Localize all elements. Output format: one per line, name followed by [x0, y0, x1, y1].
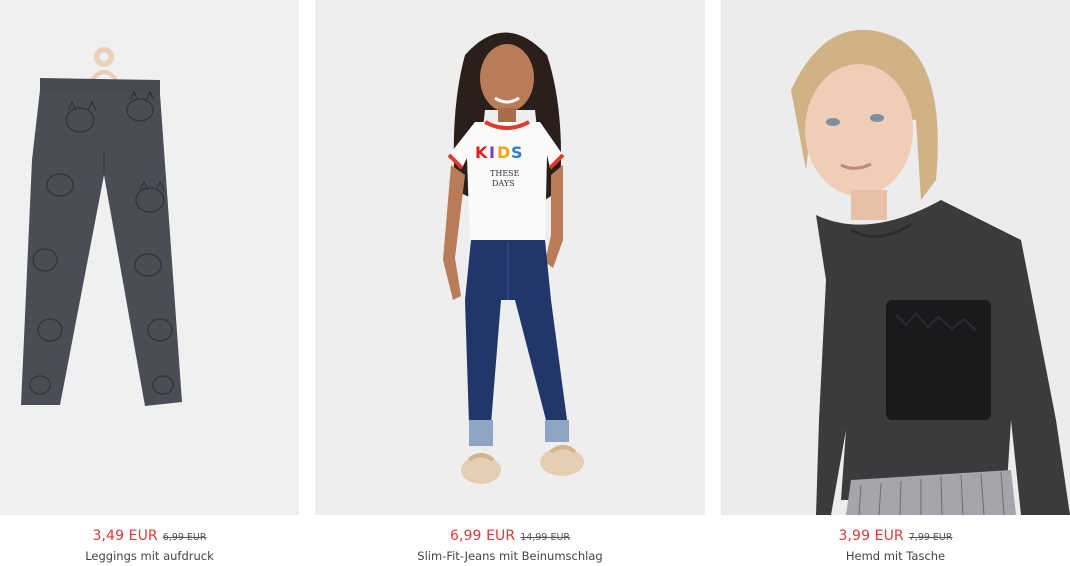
- product-name[interactable]: Slim-Fit-Jeans mit Beinumschlag: [315, 548, 705, 564]
- original-price: 7,99 EUR: [908, 532, 953, 543]
- product-card-shirt: 3,99 EUR 7,99 EUR Hemd mit Tasche: [721, 0, 1070, 566]
- product-image-jeans[interactable]: K I D S THESE DAYS: [315, 0, 705, 515]
- svg-text:THESE: THESE: [490, 169, 520, 178]
- price-row: 3,49 EUR 6,99 EUR: [0, 526, 299, 547]
- svg-text:D: D: [497, 143, 510, 162]
- svg-text:DAYS: DAYS: [492, 179, 515, 188]
- svg-text:I: I: [489, 143, 495, 162]
- product-grid: 3,49 EUR 6,99 EUR Leggings mit aufdruck K: [0, 0, 1070, 566]
- sale-price: 6,99 EUR: [449, 528, 516, 544]
- price-row: 3,99 EUR 7,99 EUR: [721, 526, 1070, 547]
- product-card-leggings: 3,49 EUR 6,99 EUR Leggings mit aufdruck: [0, 0, 299, 566]
- svg-text:S: S: [511, 143, 523, 162]
- svg-text:K: K: [475, 143, 488, 162]
- sale-price: 3,49 EUR: [92, 528, 158, 544]
- product-image-leggings[interactable]: [0, 0, 299, 515]
- product-name[interactable]: Leggings mit aufdruck: [0, 548, 299, 564]
- price-row: 6,99 EUR 14,99 EUR: [315, 526, 705, 547]
- sale-price: 3,99 EUR: [838, 528, 904, 544]
- original-price: 14,99 EUR: [520, 532, 571, 543]
- product-name[interactable]: Hemd mit Tasche: [721, 548, 1070, 564]
- original-price: 6,99 EUR: [162, 532, 207, 543]
- product-card-jeans: K I D S THESE DAYS 6,99 EUR 14,99 EUR Sl…: [315, 0, 705, 566]
- product-image-shirt[interactable]: [721, 0, 1070, 515]
